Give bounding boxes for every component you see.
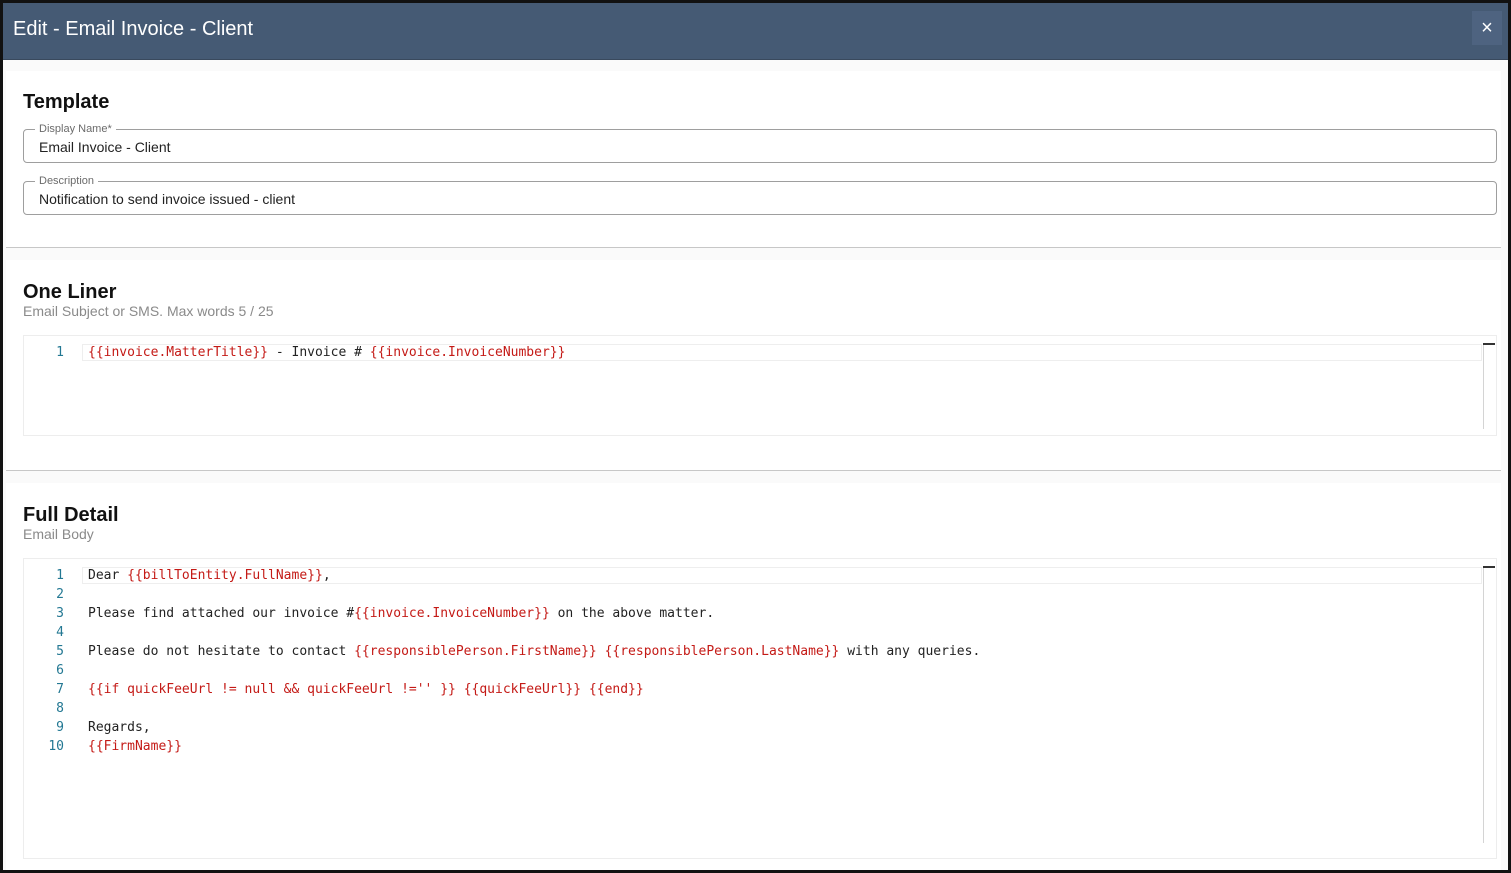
code-line[interactable]: 6 [24, 661, 1480, 680]
template-variable-token: {{responsiblePerson.FirstName}} [354, 644, 597, 659]
line-code[interactable]: Please do not hesitate to contact {{resp… [88, 642, 980, 661]
line-code[interactable]: {{invoice.MatterTitle}} - Invoice # {{in… [88, 343, 565, 362]
text-token: - Invoice # [268, 345, 370, 360]
editor-scrollbar[interactable] [1483, 345, 1484, 429]
line-code[interactable]: Dear {{billToEntity.FullName}}, [88, 566, 331, 585]
text-token: with any queries. [839, 644, 981, 659]
line-number: 1 [56, 568, 64, 583]
display-name-label: Display Name* [35, 122, 116, 136]
line-number: 8 [56, 701, 64, 716]
full-detail-subheading: Email Body [23, 526, 94, 542]
template-heading: Template [23, 91, 110, 113]
template-variable-token: {{billToEntity.FullName}} [127, 568, 323, 583]
template-variable-token: {{if quickFeeUrl != null && quickFeeUrl … [88, 682, 456, 697]
one-liner-code-editor[interactable]: 1 {{invoice.MatterTitle}} - Invoice # {{i… [23, 335, 1497, 436]
description-field[interactable]: Description Notification to send invoice… [23, 174, 1497, 215]
dialog-title: Edit - Email Invoice - Client [13, 18, 254, 40]
line-number: 1 [56, 345, 64, 360]
template-variable-token: {{quickFeeUrl}} [463, 682, 582, 697]
text-token: , [322, 568, 331, 583]
description-value[interactable]: Notification to send invoice issued - cl… [39, 190, 295, 208]
template-section: Template Display Name* Email Invoice - C… [6, 71, 1501, 248]
close-icon: × [1481, 17, 1493, 39]
line-number: 5 [56, 644, 64, 659]
line-number: 4 [56, 625, 64, 640]
text-token: Please find attached our invoice # [88, 606, 355, 621]
code-line[interactable]: 7 {{if quickFeeUrl != null && quickFeeUrl… [24, 680, 1480, 699]
code-line[interactable]: 1 Dear {{billToEntity.FullName}}, [24, 566, 1480, 585]
dialog-titlebar: Edit - Email Invoice - Client × [3, 3, 1508, 60]
line-code[interactable]: Please find attached our invoice #{{invo… [88, 604, 714, 623]
line-code[interactable]: {{FirmName}} [88, 737, 182, 756]
code-line[interactable]: 5 Please do not hesitate to contact {{res… [24, 642, 1480, 661]
full-detail-heading: Full Detail [23, 504, 119, 526]
one-liner-heading: One Liner [23, 281, 117, 303]
display-name-value[interactable]: Email Invoice - Client [39, 138, 171, 156]
full-detail-section: Full Detail Email Body 1 Dear {{billToEnt… [6, 483, 1501, 870]
edit-template-dialog: Edit - Email Invoice - Client × Template… [0, 0, 1511, 873]
editor-scrollbar[interactable] [1483, 568, 1484, 843]
code-line[interactable]: 8 [24, 699, 1480, 718]
full-detail-code-editor[interactable]: 1 Dear {{billToEntity.FullName}}, 2 3 Please… [23, 558, 1497, 859]
text-token: Regards, [88, 720, 151, 735]
line-code[interactable]: {{if quickFeeUrl != null && quickFeeUrl … [88, 680, 644, 699]
text-token: Dear [88, 568, 128, 583]
line-number: 10 [48, 739, 64, 754]
template-variable-token: {{responsiblePerson.LastName}} [604, 644, 840, 659]
text-token: Please do not hesitate to contact [88, 644, 355, 659]
template-variable-token: {{invoice.InvoiceNumber}} [369, 345, 566, 360]
line-number: 3 [56, 606, 64, 621]
description-label: Description [35, 174, 99, 188]
code-line[interactable]: 1 {{invoice.MatterTitle}} - Invoice # {{i… [24, 343, 1480, 362]
code-line[interactable]: 2 [24, 585, 1480, 604]
text-token: on the above matter. [549, 606, 715, 621]
code-line[interactable]: 3 Please find attached our invoice #{{inv… [24, 604, 1480, 623]
display-name-field[interactable]: Display Name* Email Invoice - Client [23, 122, 1497, 163]
line-number: 9 [56, 720, 64, 735]
code-line[interactable]: 10 {{FirmName}} [24, 737, 1480, 756]
line-number: 7 [56, 682, 64, 697]
scrollbar-cap [1483, 566, 1495, 568]
one-liner-subheading: Email Subject or SMS. Max words 5 / 25 [23, 303, 274, 319]
template-variable-token: {{invoice.MatterTitle}} [88, 345, 269, 360]
line-number: 2 [56, 587, 64, 602]
line-number: 6 [56, 663, 64, 678]
code-line[interactable]: 4 [24, 623, 1480, 642]
line-code[interactable]: Regards, [88, 718, 151, 737]
template-variable-token: {{invoice.InvoiceNumber}} [354, 606, 550, 621]
close-button[interactable]: × [1472, 11, 1502, 45]
code-line[interactable]: 9 Regards, [24, 718, 1480, 737]
template-variable-token: {{FirmName}} [88, 739, 182, 754]
one-liner-section: One Liner Email Subject or SMS. Max word… [6, 260, 1501, 471]
scrollbar-cap [1483, 343, 1495, 345]
template-variable-token: {{end}} [588, 682, 644, 697]
